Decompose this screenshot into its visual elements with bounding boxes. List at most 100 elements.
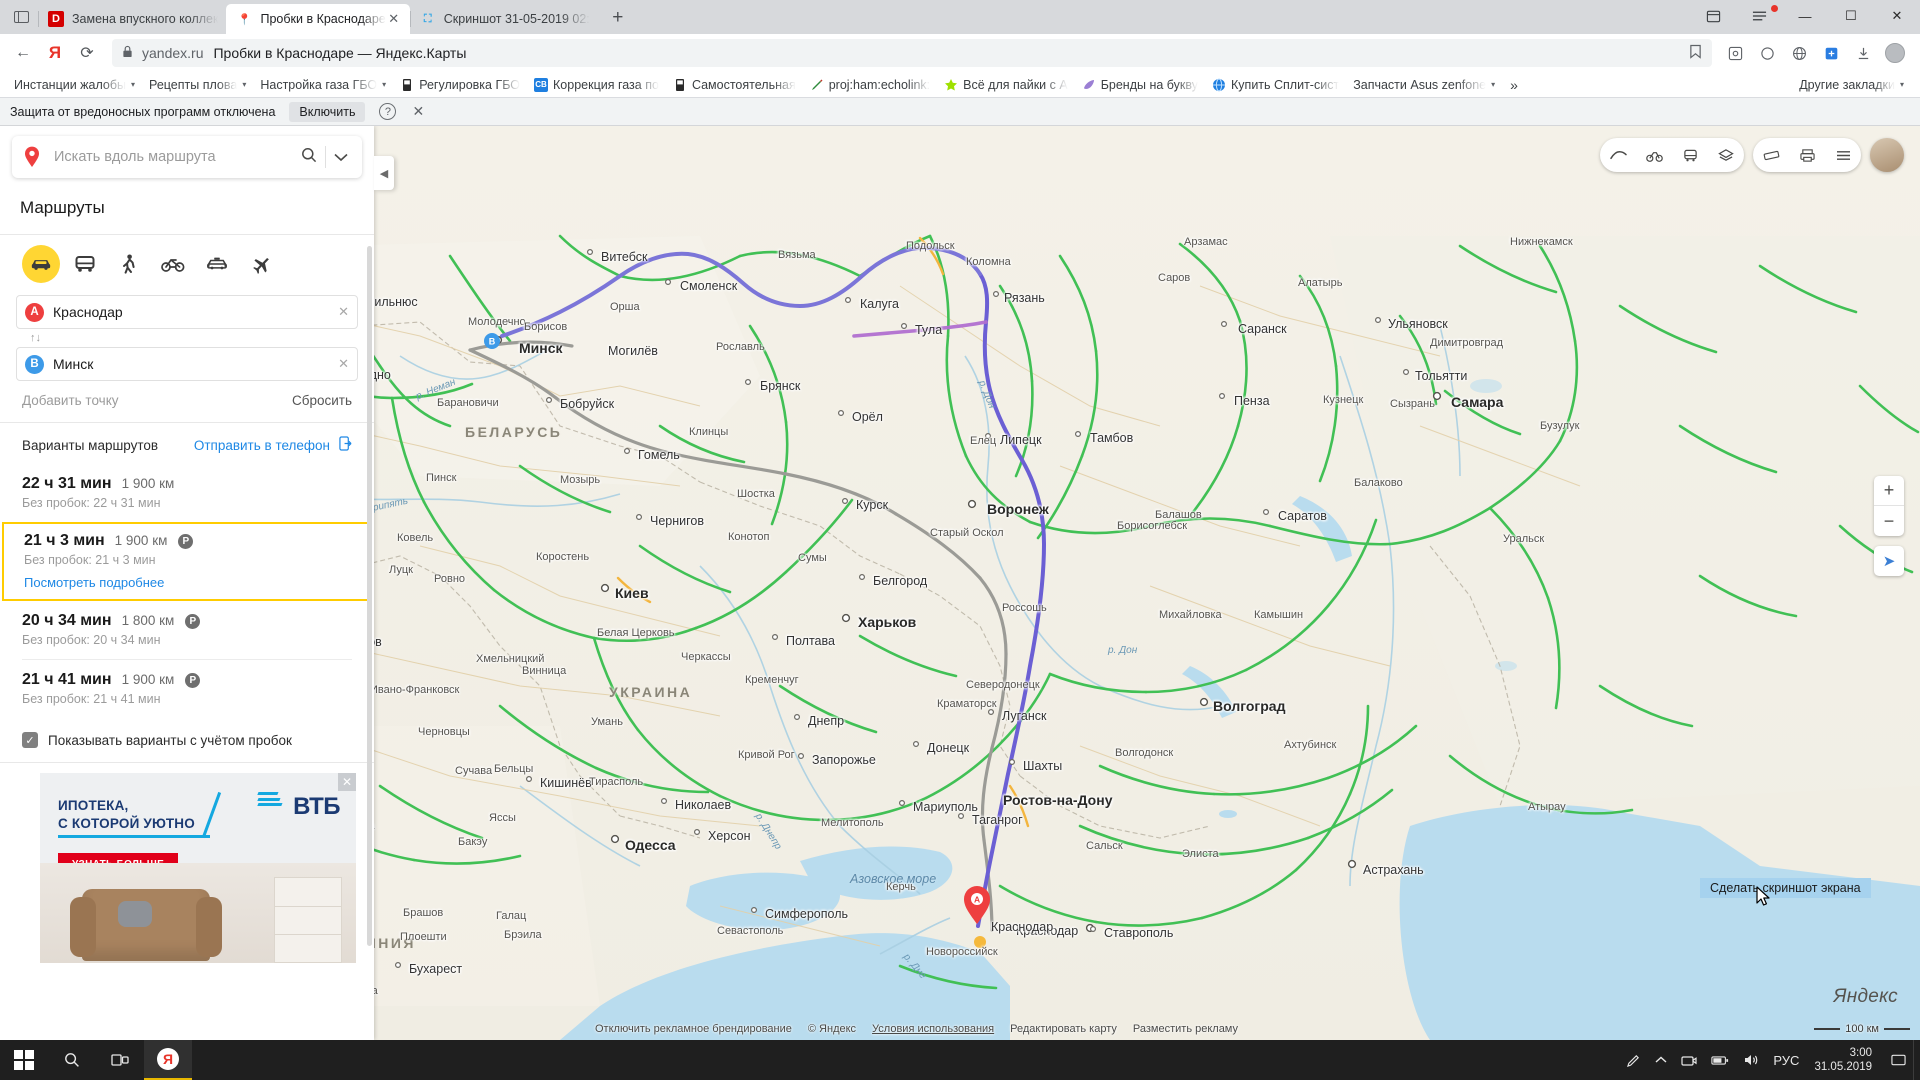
bookmark-5[interactable]: Самостоятельная — [667, 76, 802, 94]
clear-icon[interactable]: ✕ — [338, 304, 349, 320]
bike-icon[interactable] — [1636, 138, 1672, 172]
search-box[interactable] — [12, 136, 362, 178]
bookmark-6[interactable]: proj:ham:echolink: — [804, 76, 936, 94]
zoom-in-button[interactable]: + — [1874, 476, 1904, 506]
shield-icon[interactable] — [1752, 38, 1782, 68]
new-tab-button[interactable]: + — [604, 4, 632, 32]
collections-button[interactable] — [1690, 0, 1736, 32]
task-view-button[interactable] — [96, 1040, 144, 1080]
checkbox-icon[interactable]: ✓ — [22, 732, 38, 748]
bookmark-10[interactable]: Запчасти Asus zenfone ▾ — [1347, 76, 1501, 94]
layers-icon[interactable] — [1708, 138, 1744, 172]
clear-icon[interactable]: ✕ — [338, 356, 349, 372]
window-close-button[interactable]: ✕ — [1874, 0, 1920, 32]
translate-icon[interactable] — [1784, 38, 1814, 68]
close-icon[interactable]: ✕ — [386, 11, 402, 27]
menu-icon[interactable] — [1825, 138, 1861, 172]
battery-icon[interactable] — [1704, 1055, 1736, 1066]
traffic-icon[interactable] — [1600, 138, 1636, 172]
swap-points-button[interactable]: ↑↓ — [16, 329, 358, 347]
tab-0[interactable]: D Замена впускного коллек — [38, 4, 227, 34]
add-point-button[interactable]: Добавить точку — [22, 393, 119, 408]
yandex-home-button[interactable]: Я — [40, 38, 70, 68]
chevron-down-icon[interactable] — [326, 150, 354, 165]
tab-1[interactable]: 📍 Пробки в Краснодаре ✕ — [226, 4, 410, 34]
transit-icon[interactable] — [1672, 138, 1708, 172]
send-to-phone-icon[interactable] — [339, 436, 352, 454]
mode-bike[interactable] — [154, 245, 192, 283]
screenshot-icon: ⛶ — [423, 12, 432, 25]
maximize-button[interactable]: ☐ — [1828, 0, 1874, 32]
mode-taxi[interactable] — [198, 245, 236, 283]
search-input[interactable] — [42, 149, 293, 165]
route-point-b[interactable]: B Минск ✕ — [16, 347, 358, 381]
help-icon[interactable]: ? — [379, 103, 397, 120]
ad-shelf-image — [274, 877, 342, 963]
other-bookmarks-label: Другие закладки — [1799, 77, 1895, 92]
terms-link[interactable]: Условия использования — [872, 1023, 994, 1035]
disable-ad-branding-link[interactable]: Отключить рекламное брендирование — [595, 1023, 792, 1035]
bookmark-icon[interactable] — [1689, 44, 1702, 62]
traffic-checkbox-row[interactable]: ✓ Показывать варианты с учётом пробок — [0, 718, 374, 762]
collapse-sidebar-button[interactable]: ◀ — [374, 156, 394, 190]
address-bar[interactable]: yandex.ru Пробки в Краснодаре — Яндекс.К… — [112, 39, 1712, 67]
route-point-a[interactable]: A Краснодар ✕ — [16, 295, 358, 329]
bookmark-2[interactable]: Настройка газа ГБО ▾ — [254, 76, 392, 94]
zoom-out-button[interactable]: − — [1874, 506, 1904, 536]
clock[interactable]: 3:00 31.05.2019 — [1806, 1046, 1884, 1075]
ruler-icon[interactable] — [1753, 138, 1789, 172]
bookmark-8[interactable]: Бренды на букву — [1076, 76, 1204, 94]
enable-protection-button[interactable]: Включить — [289, 101, 366, 122]
route-details-link[interactable]: Посмотреть подробнее — [24, 575, 350, 590]
minimize-button[interactable]: — — [1782, 0, 1828, 32]
back-button[interactable]: ← — [8, 38, 38, 68]
start-button[interactable] — [0, 1040, 48, 1080]
volume-icon[interactable] — [1736, 1053, 1766, 1067]
bookmark-4[interactable]: CB Коррекция газа по — [528, 76, 665, 94]
download-icon[interactable] — [1848, 38, 1878, 68]
pen-icon[interactable] — [1619, 1053, 1648, 1068]
bookmark-0[interactable]: Инстанции жалобы ▾ — [8, 76, 141, 94]
extension-icon[interactable] — [1816, 38, 1846, 68]
tab-2[interactable]: ⛶ Скриншот 31-05-2019 02: — [409, 4, 598, 34]
language-indicator[interactable]: РУС — [1766, 1053, 1806, 1068]
bookmark-9[interactable]: Купить Сплит-сист — [1206, 76, 1345, 94]
taskbar-search-button[interactable] — [48, 1040, 96, 1080]
print-icon[interactable] — [1789, 138, 1825, 172]
close-icon[interactable]: ✕ — [412, 103, 424, 120]
bookmarks-overflow-button[interactable]: » — [1503, 75, 1525, 95]
bookmark-1[interactable]: Рецепты плова ▾ — [143, 76, 252, 94]
mode-car[interactable] — [22, 245, 60, 283]
route-option-2[interactable]: 20 ч 34 мин 1 800 км P Без пробок: 20 ч … — [0, 601, 374, 659]
reload-button[interactable]: ⟳ — [72, 38, 102, 68]
bookmark-3[interactable]: Регулировка ГБО — [394, 76, 526, 94]
bookmark-7[interactable]: Всё для пайки с A — [938, 76, 1074, 94]
close-icon[interactable]: ✕ — [338, 773, 356, 791]
profile-avatar[interactable] — [1880, 38, 1910, 68]
mode-plane[interactable] — [242, 245, 280, 283]
reset-button[interactable]: Сбросить — [292, 393, 352, 408]
route-option-3[interactable]: 21 ч 41 мин 1 900 км P Без пробок: 21 ч … — [0, 660, 374, 718]
other-bookmarks-button[interactable]: Другие закладки ▾ — [1793, 76, 1910, 94]
notifications-icon[interactable] — [1884, 1053, 1913, 1067]
route-option-0[interactable]: 22 ч 31 мин 1 900 км Без пробок: 22 ч 31… — [0, 464, 374, 522]
user-avatar[interactable] — [1870, 138, 1904, 172]
edit-map-link[interactable]: Редактировать карту — [1010, 1023, 1117, 1035]
place-ad-link[interactable]: Разместить рекламу — [1133, 1023, 1238, 1035]
route-option-1[interactable]: 21 ч 3 мин 1 900 км P Без пробок: 21 ч 3… — [2, 522, 372, 601]
locate-me-button[interactable]: ➤ — [1874, 546, 1904, 576]
mode-transit[interactable] — [66, 245, 104, 283]
show-desktop-button[interactable] — [1913, 1040, 1920, 1080]
camera-icon[interactable] — [1674, 1054, 1704, 1067]
send-to-phone-button[interactable]: Отправить в телефон — [194, 438, 330, 453]
collections-icon[interactable] — [1720, 38, 1750, 68]
search-icon[interactable] — [293, 147, 325, 167]
advertisement-banner[interactable]: ✕ ИПОТЕКА, С КОТОРОЙ УЮТНО ВТБ УЗНАТЬ БО… — [40, 773, 356, 963]
map-scale-bar: 100 км — [1814, 1023, 1910, 1035]
mode-walk[interactable] — [110, 245, 148, 283]
sidebar-scrollbar[interactable] — [367, 246, 372, 946]
chevron-up-icon[interactable] — [1648, 1056, 1674, 1064]
taskbar-yandex-browser[interactable]: Я — [144, 1040, 192, 1080]
tab-list-button[interactable] — [4, 2, 38, 32]
browser-menu-button[interactable] — [1736, 0, 1782, 32]
